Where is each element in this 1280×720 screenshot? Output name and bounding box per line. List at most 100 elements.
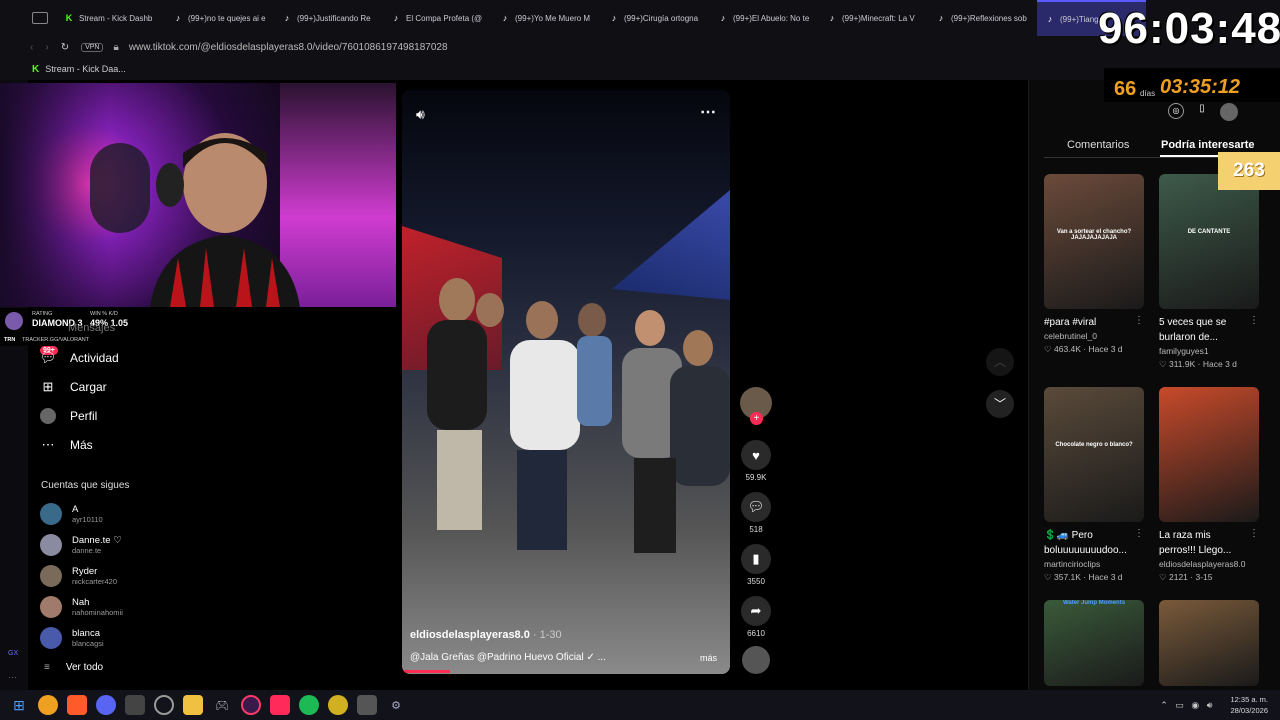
tab-4[interactable]: ♪ (99+)Yo Me Muero M: [492, 0, 601, 36]
thumbnail: [1159, 387, 1259, 522]
card-author[interactable]: martincirioclips: [1044, 558, 1144, 571]
card-author[interactable]: eldiosdelasplayeras8.0: [1159, 558, 1259, 571]
video-progress-bar[interactable]: [402, 670, 450, 673]
caption-more-link[interactable]: más: [700, 653, 717, 663]
suggested-card[interactable]: La raza mis perros!!! Llego... ⋮ eldiosdel…: [1159, 387, 1259, 584]
more-sidebar-icon[interactable]: …: [8, 670, 17, 680]
kebab-icon[interactable]: ⋮: [1249, 528, 1259, 558]
comment-icon[interactable]: 💬︎: [741, 492, 771, 522]
settings-icon[interactable]: ⚙︎: [386, 695, 406, 715]
tab-comments[interactable]: Comentarios: [1067, 139, 1129, 151]
card-author[interactable]: familyguyes1: [1159, 345, 1259, 358]
avatar: [40, 596, 62, 618]
previous-video-button[interactable]: ︿: [986, 348, 1014, 376]
sound-disc-icon[interactable]: [742, 646, 770, 674]
bookmarks-bar: K Stream - Kick Daa...: [0, 58, 1280, 80]
gx-icon[interactable]: GX: [8, 650, 18, 657]
obs-icon[interactable]: [357, 695, 377, 715]
tiktok-icon: ♪: [393, 13, 399, 23]
gamepad-icon[interactable]: 🎮︎: [212, 695, 232, 715]
opera-gx-icon[interactable]: [241, 695, 261, 715]
bookmark-icon[interactable]: ▮: [741, 544, 771, 574]
url-field[interactable]: www.tiktok.com/@eldiosdelasplayeras8.0/v…: [129, 42, 448, 53]
bookmark-item[interactable]: Stream - Kick Daa...: [45, 64, 126, 74]
steam-icon[interactable]: [154, 695, 174, 715]
vpn-badge[interactable]: VPN: [81, 42, 104, 52]
headset-icon: [90, 143, 150, 233]
card-meta: ♡ 463.4K · Hace 3 d: [1044, 343, 1144, 356]
spotify-icon[interactable]: [299, 695, 319, 715]
back-icon[interactable]: ‹: [30, 42, 33, 53]
workspaces-icon[interactable]: [32, 12, 48, 24]
next-video-button[interactable]: ﹀: [986, 390, 1014, 418]
tab-2[interactable]: ♪ (99+)Justificando Re: [274, 0, 383, 36]
avatar: [40, 565, 62, 587]
tiktok-taskbar-icon[interactable]: [270, 695, 290, 715]
store-icon[interactable]: [125, 695, 145, 715]
suggested-card[interactable]: [1159, 600, 1259, 686]
tab-6[interactable]: ♪ (99+)El Abuelo: No te: [710, 0, 819, 36]
tab-1[interactable]: ♪ (99+)no te quejes ai e: [165, 0, 274, 36]
forward-icon[interactable]: ›: [45, 42, 48, 53]
device-icon[interactable]: ▯: [1194, 103, 1210, 119]
see-all-link[interactable]: ≡ Ver todo: [44, 662, 103, 673]
video-caption[interactable]: @Jala Greñas @Padrino Huevo Oficial ✓ ..…: [410, 652, 606, 663]
video-player[interactable]: 🔊︎ ⋯ eldiosdelasplayeras8.0 · 1-30 @Jala…: [402, 90, 730, 674]
coin-app-icon[interactable]: [38, 695, 58, 715]
card-author[interactable]: celebrutinel_0: [1044, 330, 1144, 343]
tiktok-icon: ♪: [611, 13, 617, 23]
suggested-card[interactable]: DE CANTANTE 5 veces que se burlaron de...…: [1159, 174, 1259, 371]
nav-messages-label[interactable]: Mensajes: [68, 322, 115, 334]
tab-5[interactable]: ♪ (99+)Cirugía ortogna: [601, 0, 710, 36]
suggested-card[interactable]: Water Jump Moments: [1044, 600, 1144, 686]
tray-icons[interactable]: ⌃ ▭ ◉ 🔊︎: [1160, 700, 1212, 711]
nav-item-cargar[interactable]: ⊞ Cargar: [40, 379, 119, 395]
app-icon[interactable]: [328, 695, 348, 715]
reload-icon[interactable]: ↻: [61, 42, 69, 53]
following-item[interactable]: Nah nahominahomii: [40, 596, 123, 618]
follow-plus-icon[interactable]: +: [750, 412, 763, 425]
suggested-card[interactable]: Chocolate negro o blanco? 💲🚙 Pero boluuuu…: [1044, 387, 1144, 584]
following-text: blanca blancagsi: [72, 628, 104, 648]
share-icon[interactable]: ➦: [741, 596, 771, 626]
following-item[interactable]: Danne.te ♡ danne.te: [40, 534, 123, 556]
nav-item-label: Más: [70, 438, 93, 452]
nav-item-actividad[interactable]: 💬︎ Actividad: [40, 350, 119, 366]
tab-label: (99+)Yo Me Muero M: [515, 13, 591, 23]
kebab-icon[interactable]: ⋮: [1249, 315, 1259, 345]
kebab-icon[interactable]: ⋮: [1134, 528, 1144, 558]
brave-icon[interactable]: [67, 695, 87, 715]
tracker-url: TRACKER.GG/VALORANT: [22, 337, 90, 343]
folder-icon[interactable]: [183, 695, 203, 715]
tab-7[interactable]: ♪ (99+)Minecraft: La V: [819, 0, 928, 36]
stream-timer: 96:03:48: [1098, 4, 1280, 53]
thumbnail: Chocolate negro o blanco?: [1044, 387, 1144, 522]
tab-0[interactable]: K Stream - Kick Dashb: [56, 0, 165, 36]
card-title: 💲🚙 Pero boluuuuuuuudoo...: [1044, 530, 1127, 556]
kebab-icon[interactable]: ⋮: [1134, 315, 1144, 330]
tab-8[interactable]: ♪ (99+)Reflexiones sob: [928, 0, 1037, 36]
video-author[interactable]: eldiosdelasplayeras8.0 · 1-30: [410, 629, 562, 641]
clock[interactable]: 12:35 a. m. 28/03/2026: [1230, 694, 1268, 716]
compass-icon[interactable]: ◎: [1168, 103, 1184, 119]
windows-start-icon[interactable]: ⊞: [9, 695, 29, 715]
nav-item-más[interactable]: ⋯ Más: [40, 437, 119, 453]
following-name: Nah: [72, 597, 90, 608]
nav-item-perfil[interactable]: Perfil: [40, 408, 119, 424]
upload-icon: ⊞: [42, 379, 54, 394]
tab-3[interactable]: ♪ El Compa Profeta (@: [383, 0, 492, 36]
meta-separator: ·: [1195, 359, 1203, 369]
following-item[interactable]: Aayr10110: [40, 503, 123, 525]
following-item[interactable]: blanca blancagsi: [40, 627, 123, 649]
discord-icon[interactable]: [96, 695, 116, 715]
heart-icon[interactable]: ♥: [741, 440, 771, 470]
volume-icon[interactable]: 🔊︎: [416, 106, 425, 123]
card-meta: ♡ 311.9K · Hace 3 d: [1159, 358, 1259, 371]
following-item[interactable]: Ryder nickcarter420: [40, 565, 123, 587]
heart-outline-icon: ♡: [1044, 572, 1054, 582]
more-options-icon[interactable]: ⋯: [700, 102, 716, 122]
user-avatar[interactable]: [1220, 103, 1238, 121]
suggested-card[interactable]: Van a sortear el chancho? JAJAJAJAJAJA #p…: [1044, 174, 1144, 356]
tab-suggested[interactable]: Podría interesarte: [1161, 139, 1255, 151]
more-icon: ⋯: [41, 437, 55, 452]
